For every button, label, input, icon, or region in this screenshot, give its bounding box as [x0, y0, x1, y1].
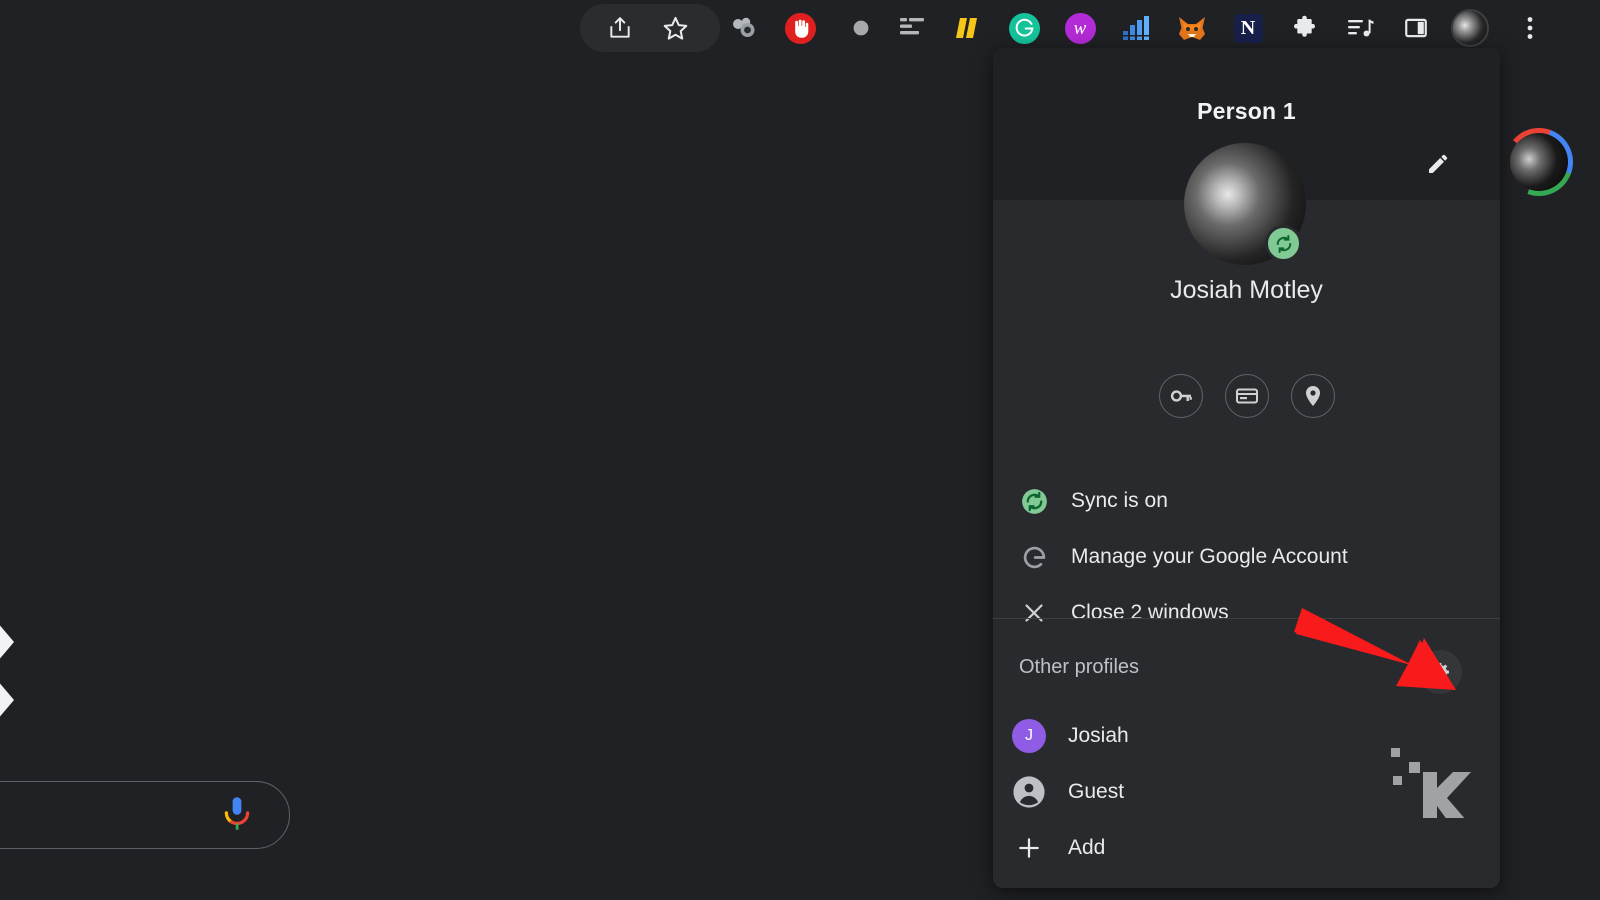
extension-yellow-bars-icon[interactable] [946, 6, 990, 50]
passwords-chip[interactable] [1159, 374, 1203, 418]
profile-row-josiah-label: Josiah [1068, 724, 1129, 748]
voice-search-microphone-icon[interactable] [222, 796, 252, 836]
plus-icon [1012, 831, 1046, 865]
chevron-decoration-icon [0, 616, 32, 736]
google-account-avatar[interactable] [1505, 128, 1573, 196]
screenshot-root: w N [0, 0, 1600, 900]
extension-lines-icon[interactable] [890, 6, 934, 50]
menu-item-sync-label: Sync is on [1071, 489, 1168, 513]
profile-name: Josiah Motley [993, 276, 1500, 305]
extension-crescent-icon[interactable] [834, 6, 878, 50]
guest-person-icon [1012, 775, 1046, 809]
profile-menu-panel: Person 1 Josiah Motley [993, 48, 1500, 888]
notion-n-icon[interactable]: N [1226, 6, 1270, 50]
bookmark-star-icon[interactable] [653, 6, 697, 50]
media-playlist-icon[interactable] [1338, 6, 1382, 50]
profile-initial-avatar: J [1012, 719, 1046, 753]
extension-cloud-icon[interactable] [722, 6, 766, 50]
chrome-menu-kebab-icon[interactable] [1508, 6, 1552, 50]
profile-menu-list: Sync is on Manage your Google Account Cl… [993, 473, 1500, 641]
side-panel-icon[interactable] [1394, 6, 1438, 50]
panel-divider [993, 618, 1500, 619]
extensions-puzzle-icon[interactable] [1282, 6, 1326, 50]
other-profiles-heading: Other profiles [1019, 656, 1139, 679]
google-g-icon [1019, 542, 1049, 572]
menu-item-sync[interactable]: Sync is on [993, 473, 1500, 529]
edit-profile-pencil-icon[interactable] [1418, 144, 1458, 184]
menu-item-close-windows-label: Close 2 windows [1071, 601, 1229, 625]
profile-row-josiah[interactable]: J Josiah [993, 708, 1500, 764]
profile-row-guest-label: Guest [1068, 780, 1124, 804]
profile-row-guest[interactable]: Guest [993, 764, 1500, 820]
menu-item-manage-google-account-label: Manage your Google Account [1071, 545, 1348, 569]
menu-item-manage-google-account[interactable]: Manage your Google Account [993, 529, 1500, 585]
wave-purple-icon[interactable]: w [1058, 6, 1102, 50]
share-icon[interactable] [598, 6, 642, 50]
grammarly-icon[interactable] [1002, 6, 1046, 50]
quick-action-chips [993, 374, 1500, 418]
addresses-chip[interactable] [1291, 374, 1335, 418]
other-profiles-list: J Josiah Guest [993, 708, 1500, 876]
close-x-icon [1019, 598, 1049, 628]
profile-row-add-label: Add [1068, 836, 1105, 860]
sync-enabled-badge-icon [1265, 225, 1302, 262]
sync-icon [1019, 486, 1049, 516]
analytics-bars-icon[interactable] [1114, 6, 1158, 50]
menu-item-close-windows[interactable]: Close 2 windows [993, 585, 1500, 641]
profile-row-add[interactable]: Add [993, 820, 1500, 876]
avatar [1184, 143, 1306, 265]
metamask-fox-icon[interactable] [1170, 6, 1214, 50]
profile-settings-gear-icon[interactable] [1418, 650, 1462, 694]
payment-methods-chip[interactable] [1225, 374, 1269, 418]
google-account-avatar-photo [1510, 133, 1568, 191]
profile-avatar-icon[interactable] [1448, 6, 1492, 50]
page-title: Person 1 [993, 98, 1500, 125]
adblock-stop-hand-icon[interactable] [778, 6, 822, 50]
